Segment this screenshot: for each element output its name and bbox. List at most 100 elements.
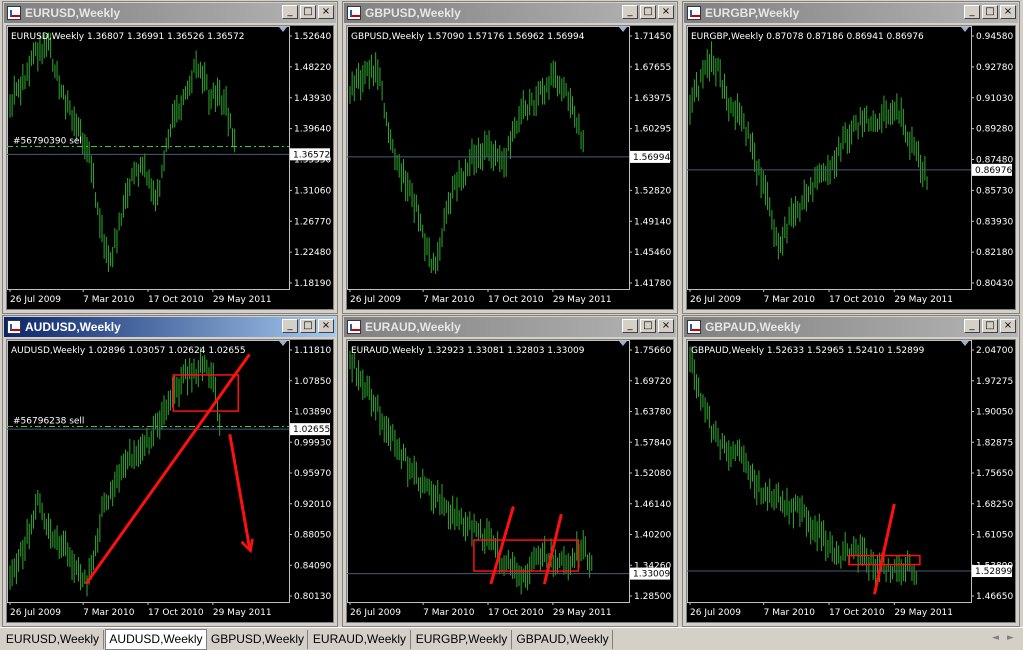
price-label: 1.46140 (634, 500, 671, 510)
chart-window-icon (7, 320, 21, 334)
maximize-button[interactable]: □ (982, 319, 998, 333)
price-label: 2.04700 (976, 346, 1013, 356)
maximize-button[interactable]: □ (300, 319, 316, 333)
price-label: 1.90050 (976, 408, 1013, 418)
tab-euraud[interactable]: EURAUD,Weekly (309, 630, 411, 649)
price-label: 1.11810 (294, 346, 331, 356)
price-bars (689, 41, 928, 260)
window-title: GBPUSD,Weekly (365, 6, 461, 20)
price-chart[interactable]: EURAUD,Weekly 1.32923 1.33081 1.32803 1.… (346, 339, 674, 623)
date-label: 17 Oct 2010 (829, 295, 885, 305)
maximize-button[interactable]: □ (640, 5, 656, 19)
window-title: EURAUD,Weekly (365, 320, 461, 334)
tab-gbpusd[interactable]: GBPUSD,Weekly (208, 630, 308, 649)
scroll-left-icon[interactable]: ◄ (992, 633, 999, 643)
chart-window-audusd[interactable]: AUDUSD,Weekly _ □ × #56796238 sell AUDUSD… (2, 315, 338, 627)
date-label: 17 Oct 2010 (148, 608, 204, 618)
price-label: 0.82180 (976, 248, 1013, 258)
one-click-trading-icon[interactable] (619, 341, 627, 346)
chart-window-eurgbp[interactable]: EURGBP,Weekly _ □ × EURGBP,Weekly 0.8707… (682, 1, 1020, 314)
current-price-label: 1.52899 (975, 567, 1012, 577)
date-label: 26 Jul 2009 (10, 295, 61, 305)
date-label: 7 Mar 2010 (423, 608, 475, 618)
date-label: 17 Oct 2010 (148, 295, 204, 305)
date-label: 29 May 2011 (213, 295, 272, 305)
window-titlebar[interactable]: AUDUSD,Weekly _ □ × (4, 317, 336, 337)
chart-svg: #56790390 sel EURUSD,Weekly 1.36807 1.369… (7, 26, 331, 305)
date-label: 26 Jul 2009 (350, 295, 401, 305)
price-label: 1.60295 (634, 125, 671, 135)
window-titlebar[interactable]: EURAUD,Weekly _ □ × (344, 317, 676, 337)
minimize-button[interactable]: _ (964, 5, 980, 19)
scroll-right-icon[interactable]: ► (1007, 633, 1014, 643)
chart-info-text: EURGBP,Weekly 0.87078 0.87186 0.86941 0.… (691, 32, 924, 42)
price-label: 1.45460 (634, 248, 671, 258)
close-button[interactable]: × (318, 5, 334, 19)
minimize-button[interactable]: _ (622, 5, 638, 19)
price-label: 1.41780 (634, 279, 671, 289)
price-chart[interactable]: GBPUSD,Weekly 1.57090 1.57176 1.56962 1.… (346, 25, 674, 310)
price-label: 0.94580 (976, 32, 1013, 42)
price-label: 1.22480 (294, 248, 331, 258)
price-bars (689, 346, 917, 586)
maximize-button[interactable]: □ (300, 5, 316, 19)
close-button[interactable]: × (658, 319, 674, 333)
minimize-button[interactable]: _ (964, 319, 980, 333)
window-title: AUDUSD,Weekly (25, 320, 121, 334)
one-click-trading-icon[interactable] (619, 27, 627, 32)
price-label: 0.92010 (294, 500, 331, 510)
chart-info-text: AUDUSD,Weekly 1.02896 1.03057 1.02624 1.… (11, 346, 246, 356)
maximize-button[interactable]: □ (640, 319, 656, 333)
date-label: 7 Mar 2010 (764, 608, 816, 618)
chart-window-euraud[interactable]: EURAUD,Weekly _ □ × EURAUD,Weekly 1.3292… (342, 315, 678, 627)
price-chart[interactable]: #56796238 sell AUDUSD,Weekly 1.02896 1.03… (6, 339, 334, 623)
chart-window-gbpusd[interactable]: GBPUSD,Weekly _ □ × GBPUSD,Weekly 1.5709… (342, 1, 678, 314)
window-title: EURUSD,Weekly (25, 6, 121, 20)
close-button[interactable]: × (1000, 5, 1016, 19)
plot-border (687, 26, 972, 290)
date-label: 26 Jul 2009 (690, 295, 741, 305)
window-titlebar[interactable]: GBPUSD,Weekly _ □ × (344, 3, 676, 23)
price-label: 0.89280 (976, 125, 1013, 135)
close-button[interactable]: × (658, 5, 674, 19)
tab-eurusd[interactable]: EURUSD,Weekly (2, 630, 104, 649)
chart-info-text: EURAUD,Weekly 1.32923 1.33081 1.32803 1.… (351, 346, 585, 356)
price-label: 1.52640 (294, 32, 331, 42)
price-bars (349, 52, 584, 274)
window-titlebar[interactable]: EURGBP,Weekly _ □ × (684, 3, 1018, 23)
minimize-button[interactable]: _ (282, 5, 298, 19)
chart-window-eurusd[interactable]: EURUSD,Weekly _ □ × #56790390 sel EURUSD,… (2, 1, 338, 314)
tab-audusd[interactable]: AUDUSD,Weekly (105, 629, 207, 650)
one-click-trading-icon[interactable] (961, 341, 969, 346)
plot-border (347, 26, 630, 290)
price-label: 1.40200 (634, 531, 671, 541)
chart-window-gbpaud[interactable]: GBPAUD,Weekly _ □ × GBPAUD,Weekly 1.5263… (682, 315, 1020, 627)
chart-svg: EURGBP,Weekly 0.87078 0.87186 0.86941 0.… (687, 26, 1013, 305)
price-chart[interactable]: #56790390 sel EURUSD,Weekly 1.36807 1.369… (6, 25, 334, 310)
close-button[interactable]: × (318, 319, 334, 333)
tab-gbpaud[interactable]: GBPAUD,Weekly (513, 630, 613, 649)
current-price-label: 1.33009 (633, 570, 670, 580)
trend-line-annotation (84, 353, 251, 585)
price-label: 1.63780 (634, 408, 671, 418)
minimize-button[interactable]: _ (622, 319, 638, 333)
price-label: 1.07850 (294, 377, 331, 387)
price-label: 1.63975 (634, 94, 671, 104)
minimize-button[interactable]: _ (282, 319, 298, 333)
window-titlebar[interactable]: GBPAUD,Weekly _ □ × (684, 317, 1018, 337)
chart-svg: GBPUSD,Weekly 1.57090 1.57176 1.56962 1.… (347, 26, 671, 305)
price-bars (9, 32, 236, 272)
price-chart[interactable]: GBPAUD,Weekly 1.52633 1.52965 1.52410 1.… (686, 339, 1016, 623)
plot-border (7, 340, 290, 603)
chart-info-text: GBPAUD,Weekly 1.52633 1.52965 1.52410 1.… (691, 346, 925, 356)
one-click-trading-icon[interactable] (279, 341, 287, 346)
close-button[interactable]: × (1000, 319, 1016, 333)
one-click-trading-icon[interactable] (279, 27, 287, 32)
window-titlebar[interactable]: EURUSD,Weekly _ □ × (4, 3, 336, 23)
one-click-trading-icon[interactable] (961, 27, 969, 32)
date-label: 29 May 2011 (213, 608, 272, 618)
maximize-button[interactable]: □ (982, 5, 998, 19)
date-label: 7 Mar 2010 (83, 608, 135, 618)
price-chart[interactable]: EURGBP,Weekly 0.87078 0.87186 0.86941 0.… (686, 25, 1016, 310)
tab-eurgbp[interactable]: EURGBP,Weekly (412, 630, 512, 649)
